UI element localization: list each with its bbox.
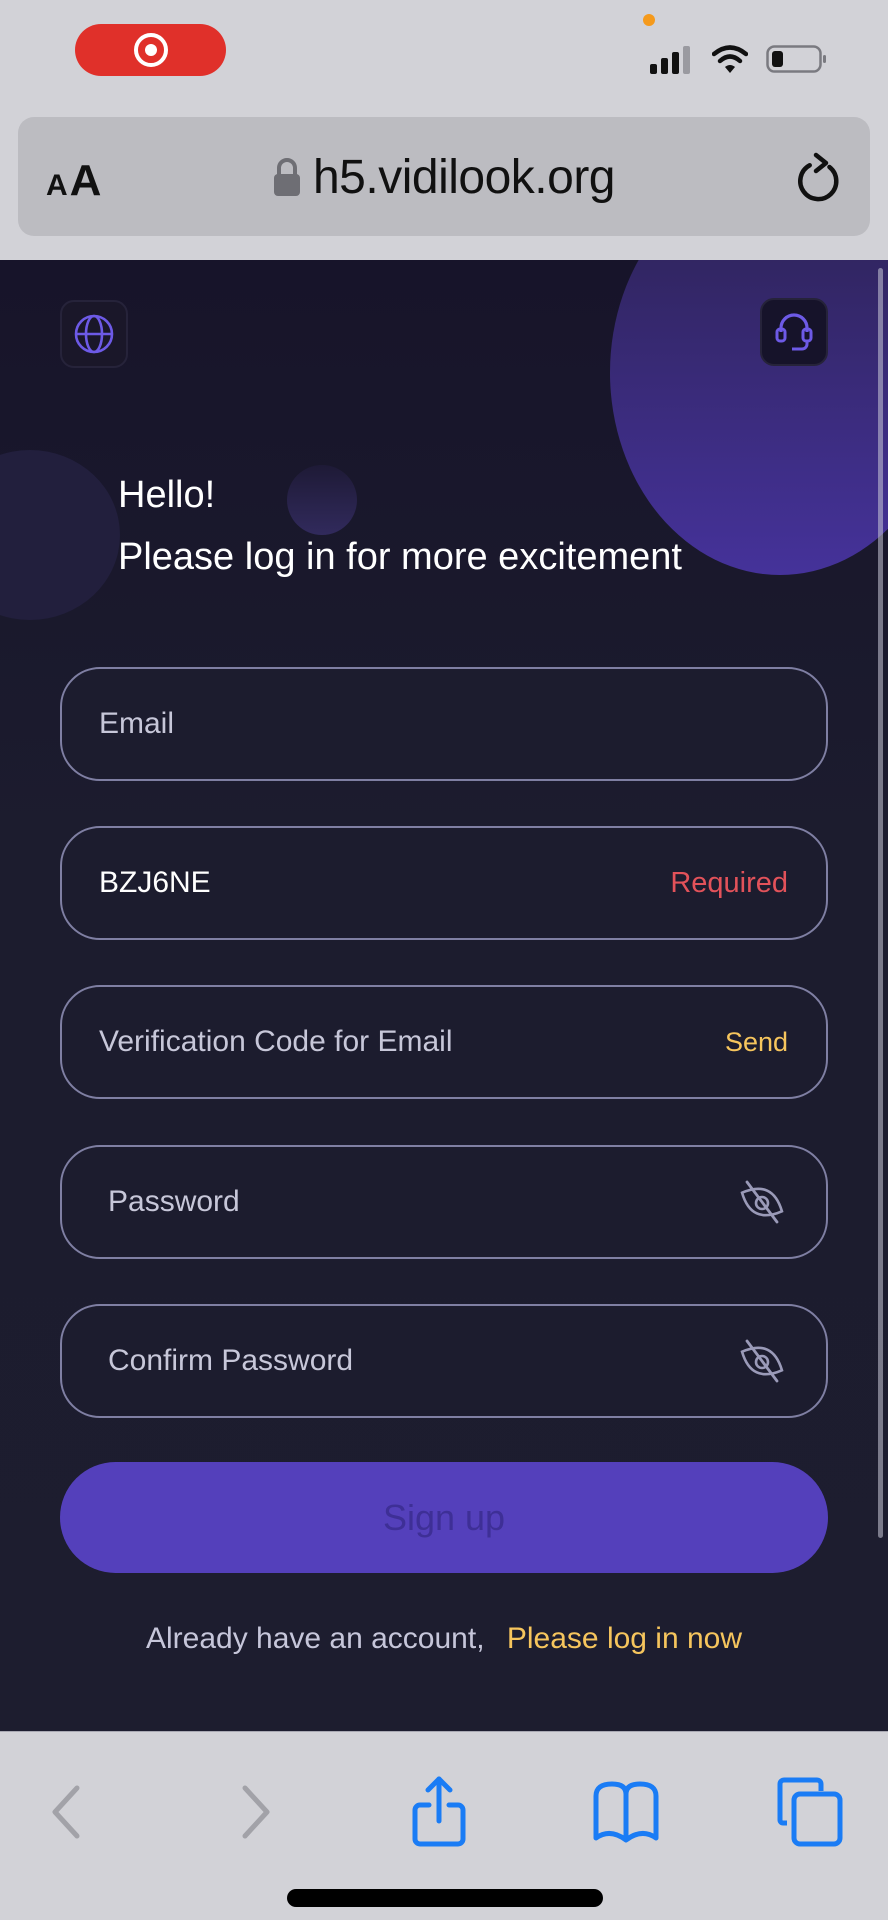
- confirm-password-input[interactable]: [62, 1306, 736, 1416]
- cellular-signal-icon: [650, 46, 690, 74]
- login-link[interactable]: Please log in now: [507, 1622, 742, 1655]
- decorative-circle: [0, 450, 120, 620]
- address-bar[interactable]: A A h5.vidilook.org: [18, 117, 870, 236]
- send-code-button[interactable]: Send: [725, 1027, 788, 1058]
- confirm-password-field[interactable]: [60, 1304, 828, 1418]
- browser-toolbar: [0, 1731, 888, 1920]
- back-button[interactable]: [26, 1772, 106, 1852]
- toggle-password-visibility[interactable]: [736, 1176, 788, 1228]
- email-input[interactable]: [62, 669, 826, 779]
- login-prompt: Already have an account, Please log in n…: [0, 1622, 888, 1656]
- page-scrollbar[interactable]: [878, 268, 883, 1538]
- phone-screen: A A h5.vidilook.org Hello! Please log in…: [0, 0, 888, 1920]
- book-icon: [593, 1781, 659, 1843]
- microphone-in-use-dot: [643, 14, 655, 26]
- email-field[interactable]: [60, 667, 828, 781]
- status-bar: [0, 0, 888, 115]
- toggle-confirm-password-visibility[interactable]: [736, 1335, 788, 1387]
- customer-support-button[interactable]: [760, 298, 828, 366]
- verification-code-input[interactable]: [62, 987, 725, 1097]
- invite-code-input[interactable]: [62, 828, 671, 938]
- required-label: Required: [670, 866, 788, 899]
- signup-page: Hello! Please log in for more excitement…: [0, 260, 888, 1731]
- greeting: Hello! Please log in for more excitement: [118, 470, 682, 582]
- greeting-subtitle: Please log in for more excitement: [118, 536, 682, 578]
- chevron-left-icon: [52, 1785, 80, 1839]
- battery-icon: [766, 45, 826, 73]
- language-button[interactable]: [60, 300, 128, 368]
- chevron-right-icon: [242, 1785, 270, 1839]
- tabs-button[interactable]: [770, 1772, 850, 1852]
- verification-code-field[interactable]: Send: [60, 985, 828, 1099]
- greeting-title: Hello!: [118, 474, 216, 516]
- url-display[interactable]: h5.vidilook.org: [18, 147, 870, 207]
- eye-off-icon: [740, 1339, 784, 1383]
- globe-icon: [74, 314, 114, 354]
- lock-icon: [273, 158, 300, 196]
- forward-button[interactable]: [216, 1772, 296, 1852]
- password-input[interactable]: [62, 1147, 736, 1257]
- eye-off-icon: [740, 1180, 784, 1224]
- share-button[interactable]: [399, 1772, 479, 1852]
- screen-record-icon: [133, 33, 168, 67]
- share-icon: [412, 1776, 466, 1847]
- wifi-icon: [712, 45, 748, 73]
- login-prompt-text: Already have an account,: [145, 1622, 485, 1655]
- invite-code-field[interactable]: Required: [60, 826, 828, 940]
- home-indicator[interactable]: [287, 1889, 603, 1907]
- screen-recording-indicator[interactable]: [75, 24, 226, 76]
- tabs-icon: [777, 1777, 843, 1847]
- headset-icon: [775, 313, 813, 351]
- reload-icon[interactable]: [794, 151, 844, 205]
- password-field[interactable]: [60, 1145, 828, 1259]
- bookmarks-button[interactable]: [586, 1772, 666, 1852]
- sign-up-button[interactable]: Sign up: [60, 1462, 828, 1573]
- url-text: h5.vidilook.org: [312, 150, 616, 204]
